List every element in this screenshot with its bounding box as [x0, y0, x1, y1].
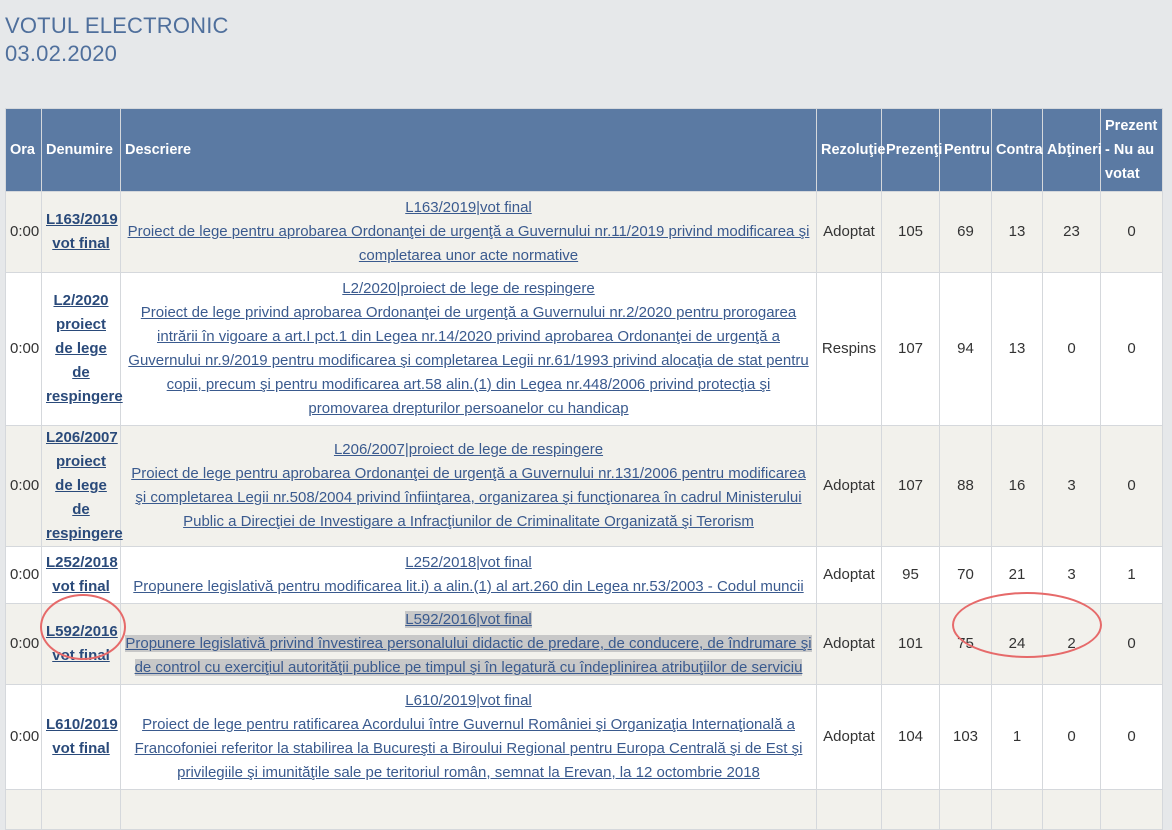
page-date: 03.02.2020	[5, 41, 118, 66]
cell-ora: 0:00	[5, 603, 42, 685]
cell-abtineri: 0	[1042, 684, 1101, 790]
cell-contra: 21	[991, 546, 1043, 604]
cell-denumire: L610/2019 vot final	[41, 684, 121, 790]
cell-prezenti: 101	[881, 603, 940, 685]
desc-text-link[interactable]: Proiect de lege pentru aprobarea Ordonan…	[128, 223, 810, 264]
cell-nu-au-votat: 1	[1100, 546, 1163, 604]
desc-text-link[interactable]: Proiect de lege pentru aprobarea Ordonan…	[131, 465, 806, 530]
table-row: 0:00 L2/2020 proiect de lege de respinge…	[5, 272, 1163, 426]
cell-denumire: L252/2018 vot final	[41, 546, 121, 604]
cell-descriere: L592/2016|vot final Propunere legislativă…	[120, 603, 817, 685]
cell-denumire: L592/2016 vot final	[41, 603, 121, 685]
desc-title-link[interactable]: L610/2019|vot final	[405, 692, 532, 709]
desc-title-link[interactable]: L252/2018|vot final	[405, 554, 532, 571]
col-header-abtineri[interactable]: Abţineri	[1042, 108, 1102, 192]
cell-nu-au-votat: 0	[1100, 425, 1163, 547]
desc-text-link[interactable]: Proiect de lege pentru ratificarea Acord…	[135, 716, 803, 781]
votes-table: Ora Denumire Descriere Rezoluţie Prezenţ…	[5, 108, 1163, 830]
cell-pentru: 70	[939, 546, 992, 604]
cell-prezenti: 104	[881, 684, 940, 790]
cell-abtineri: 2	[1042, 603, 1101, 685]
cell-descriere: L206/2007|proiect de lege de respingere P…	[120, 425, 817, 547]
cell-abtineri: 3	[1042, 546, 1101, 604]
cell-pentru: 94	[939, 272, 992, 426]
cell-descriere: L610/2019|vot final Proiect de lege pentr…	[120, 684, 817, 790]
cell-descriere: L252/2018|vot final Propunere legislativă…	[120, 546, 817, 604]
cell-ora: 0:00	[5, 272, 42, 426]
desc-title-link[interactable]: L2/2020|proiect de lege de respingere	[342, 280, 594, 297]
cell-abtineri: 23	[1042, 191, 1101, 273]
col-header-descriere[interactable]: Descriere	[120, 108, 817, 192]
desc-text-link[interactable]: Propunere legislativă privind învestirea…	[125, 635, 812, 676]
table-row: 0:00 L252/2018 vot final L252/2018|vot f…	[5, 546, 1163, 604]
cell-ora: 0:00	[5, 425, 42, 547]
desc-title-link[interactable]: L163/2019|vot final	[405, 199, 532, 216]
col-header-contra[interactable]: Contra	[991, 108, 1043, 192]
cell-ora: 0:00	[5, 546, 42, 604]
cell-descriere: L163/2019|vot final Proiect de lege pentr…	[120, 191, 817, 273]
cell-ora: 0:00	[5, 191, 42, 273]
cell-pentru: 75	[939, 603, 992, 685]
col-header-rezolutie[interactable]: Rezoluţie	[816, 108, 885, 192]
col-header-prezenti[interactable]: Prezenţi	[881, 108, 942, 192]
cell-contra: 16	[991, 425, 1043, 547]
cell-pentru: 103	[939, 684, 992, 790]
table-row: 0:00 L163/2019 vot final L163/2019|vot f…	[5, 191, 1163, 273]
cell-prezenti: 95	[881, 546, 940, 604]
table-row: 0:00 L610/2019 vot final L610/2019|vot f…	[5, 684, 1163, 790]
cell-rezolutie: Adoptat	[816, 191, 882, 273]
page-header: VOTUL ELECTRONIC 03.02.2020	[5, 12, 229, 68]
cell-nu-au-votat: 0	[1100, 272, 1163, 426]
page-title: VOTUL ELECTRONIC	[5, 13, 229, 38]
cell-prezenti: 107	[881, 272, 940, 426]
cell-contra: 13	[991, 191, 1043, 273]
col-header-pentru[interactable]: Pentru	[939, 108, 992, 192]
cell-rezolutie: Adoptat	[816, 684, 882, 790]
cell-denumire: L206/2007 proiect de lege de respingere	[41, 425, 123, 547]
cell-contra: 24	[991, 603, 1043, 685]
cell-nu-au-votat: 0	[1100, 684, 1163, 790]
cell-denumire: L163/2019 vot final	[41, 191, 121, 273]
col-header-denumire[interactable]: Denumire	[41, 108, 121, 192]
desc-text-link[interactable]: Propunere legislativă pentru modificarea…	[133, 578, 803, 595]
cell-rezolutie: Adoptat	[816, 603, 882, 685]
table-row	[5, 789, 1163, 830]
cell-abtineri: 0	[1042, 272, 1101, 426]
table-header-row: Ora Denumire Descriere Rezoluţie Prezenţ…	[5, 108, 1163, 192]
cell-contra: 13	[991, 272, 1043, 426]
cell-nu-au-votat: 0	[1100, 191, 1163, 273]
cell-prezenti: 105	[881, 191, 940, 273]
bill-link[interactable]: L2/2020 proiect de lege de respingere	[46, 292, 123, 405]
bill-link[interactable]: L163/2019 vot final	[46, 211, 118, 252]
cell-pentru: 69	[939, 191, 992, 273]
table-row: 0:00 L206/2007 proiect de lege de respin…	[5, 425, 1163, 547]
cell-abtineri: 3	[1042, 425, 1101, 547]
cell-denumire: L2/2020 proiect de lege de respingere	[41, 272, 123, 426]
cell-rezolutie: Respins	[816, 272, 882, 426]
desc-text-link[interactable]: Proiect de lege privind aprobarea Ordona…	[128, 304, 808, 417]
bill-link[interactable]: L610/2019 vot final	[46, 716, 118, 757]
desc-title-link[interactable]: L206/2007|proiect de lege de respingere	[334, 441, 603, 458]
col-header-prezent-nu-au-votat[interactable]: Prezent - Nu au votat	[1100, 108, 1163, 192]
cell-prezenti: 107	[881, 425, 940, 547]
table-row: 0:00 L592/2016 vot final L592/2016|vot f…	[5, 603, 1163, 685]
bill-link[interactable]: L206/2007 proiect de lege de respingere	[46, 429, 123, 542]
cell-pentru: 88	[939, 425, 992, 547]
cell-contra: 1	[991, 684, 1043, 790]
cell-nu-au-votat: 0	[1100, 603, 1163, 685]
cell-rezolutie: Adoptat	[816, 425, 882, 547]
cell-rezolutie: Adoptat	[816, 546, 882, 604]
bill-link[interactable]: L252/2018 vot final	[46, 554, 118, 595]
bill-link[interactable]: L592/2016 vot final	[46, 623, 118, 664]
cell-ora: 0:00	[5, 684, 42, 790]
col-header-ora[interactable]: Ora	[5, 108, 42, 192]
desc-title-link[interactable]: L592/2016|vot final	[405, 611, 532, 628]
cell-descriere: L2/2020|proiect de lege de respingere Pro…	[120, 272, 817, 426]
